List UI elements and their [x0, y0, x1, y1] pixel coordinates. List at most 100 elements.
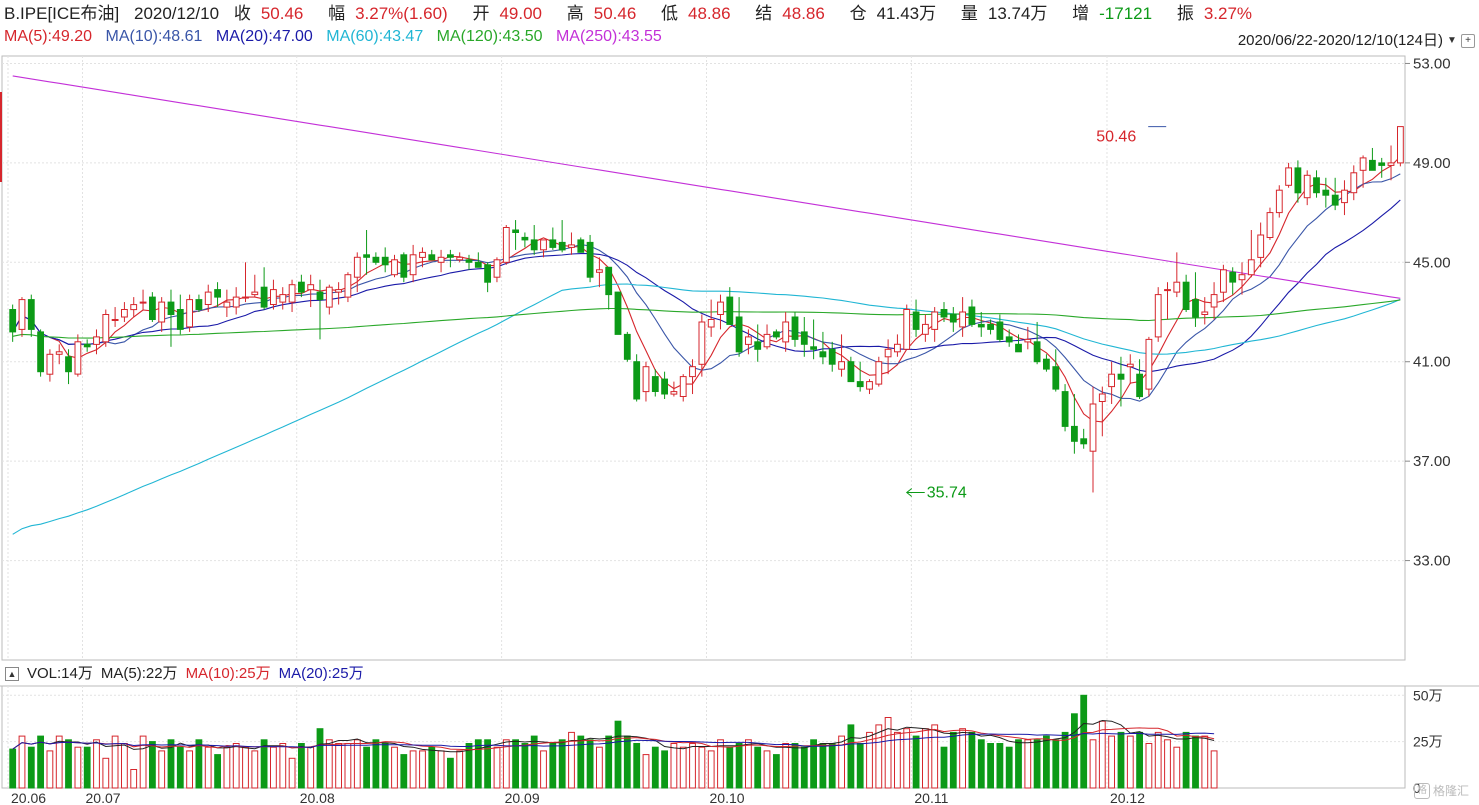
volume-tick-label: 25万	[1413, 734, 1443, 750]
candle-body	[968, 306, 976, 325]
candle-body	[65, 356, 72, 373]
volume-bar	[1033, 739, 1041, 789]
candle-body	[344, 274, 352, 298]
candle-body	[46, 353, 54, 375]
candle-body	[242, 296, 249, 299]
candle-body	[502, 227, 510, 263]
candle-body	[381, 256, 389, 266]
candle-body	[1294, 167, 1302, 194]
volume-bar	[1154, 731, 1162, 789]
volume-bar	[9, 748, 17, 789]
volume-bar	[512, 739, 520, 789]
volume-bar	[344, 743, 352, 789]
candle-body	[363, 254, 371, 258]
candle-body	[1182, 281, 1190, 311]
volume-bar	[176, 746, 184, 789]
watermark-logo-icon: 格	[1413, 782, 1430, 799]
candle-body	[651, 376, 659, 393]
volume-bar	[791, 743, 799, 789]
candle-body	[493, 259, 501, 278]
volume-bar	[204, 746, 212, 789]
volume-bar	[1182, 731, 1190, 789]
volume-bar	[1089, 739, 1097, 789]
candle-body	[1108, 373, 1115, 388]
candle-body	[1331, 194, 1339, 206]
candle-body	[1015, 343, 1022, 353]
volume-bar	[419, 750, 426, 789]
candle-body	[1257, 234, 1265, 258]
volume-bar	[1015, 739, 1022, 789]
volume-bar	[549, 743, 557, 789]
candle-body	[894, 343, 901, 353]
candle-body	[996, 321, 1004, 340]
candle-body	[1024, 338, 1032, 343]
candle-body	[1322, 189, 1330, 196]
candle-body	[1126, 363, 1134, 368]
high-annotation: 50.46	[1096, 129, 1136, 146]
candle-body	[1052, 366, 1060, 390]
price-tick-label: 37.00	[1413, 453, 1451, 470]
candle-body	[1369, 159, 1376, 171]
volume-bar	[1117, 731, 1125, 789]
volume-bar	[912, 735, 920, 789]
volume-bar	[381, 743, 389, 789]
volume-bar	[773, 754, 780, 789]
candle-body	[512, 229, 520, 233]
volume-bar	[195, 739, 203, 789]
candle-body	[568, 244, 575, 248]
candle-body	[735, 316, 743, 353]
volume-bar	[800, 746, 808, 789]
candle-body	[437, 256, 445, 263]
candle-body	[521, 236, 529, 241]
volume-bar	[288, 757, 296, 789]
candle-body	[149, 296, 156, 321]
low-annotation: 35.74	[927, 484, 967, 501]
candle-body	[130, 304, 138, 311]
volume-bar	[838, 735, 846, 789]
candle-body	[428, 254, 436, 261]
volume-bar	[1145, 743, 1153, 789]
volume-bar	[447, 757, 454, 789]
candle-body	[661, 378, 669, 395]
volume-bar	[307, 746, 315, 789]
candle-body	[456, 256, 464, 261]
kline-chart[interactable]: 53.0049.0045.0041.0037.0033.0050万25万020.…	[0, 0, 1479, 805]
candle-body	[1229, 271, 1237, 283]
volume-bar	[1126, 735, 1134, 789]
volume-bar	[1164, 739, 1171, 789]
candle-body	[1285, 167, 1292, 186]
candle-body	[465, 259, 473, 263]
candle-body	[586, 241, 594, 278]
volume-bar	[102, 757, 110, 789]
candle-body	[1397, 126, 1404, 164]
candle-body	[828, 348, 836, 365]
candle-body	[214, 289, 221, 298]
volume-bar	[745, 739, 752, 789]
candle-body	[987, 323, 995, 330]
volume-bar	[735, 743, 743, 789]
volume-bar	[1005, 746, 1013, 789]
volume-bar	[1052, 739, 1060, 789]
candle-body	[1089, 403, 1097, 452]
x-tick-label: 20.11	[914, 790, 948, 805]
price-tick-label: 49.00	[1413, 155, 1451, 172]
volume-bar	[456, 750, 464, 789]
candle-body	[540, 239, 547, 251]
volume-bar	[698, 746, 706, 789]
volume-bar	[847, 724, 855, 789]
volume-bar	[121, 743, 128, 789]
volume-bar	[251, 750, 259, 789]
candle-body	[558, 241, 566, 251]
candle-body	[1080, 438, 1088, 445]
candle-body	[167, 301, 175, 316]
candle-body	[1378, 162, 1386, 166]
volume-bar	[828, 743, 836, 789]
candle-body	[1313, 177, 1320, 194]
candle-body	[977, 323, 985, 328]
volume-bar	[633, 743, 641, 789]
candle-body	[335, 289, 343, 293]
candle-body	[1303, 174, 1311, 199]
volume-bar	[232, 743, 240, 789]
volume-bar	[46, 750, 54, 789]
candle-body	[707, 319, 715, 328]
